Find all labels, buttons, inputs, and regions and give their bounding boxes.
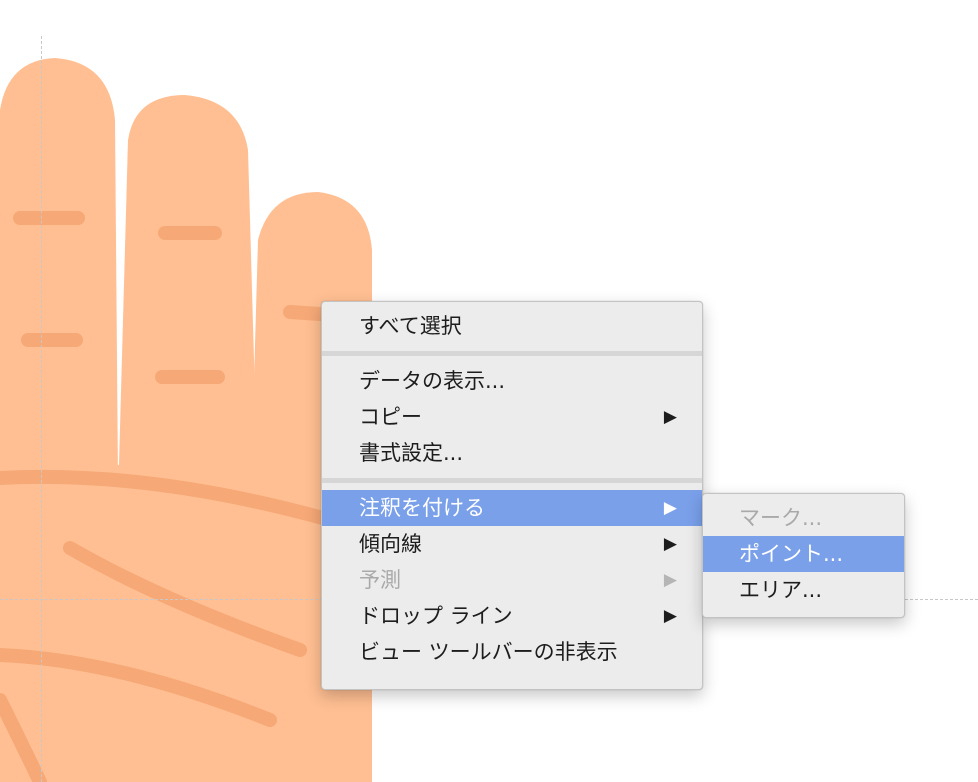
menu-item-label: マーク... [739, 506, 823, 530]
menu-item-label: ポイント... [739, 542, 844, 566]
menu-item-label: 書式設定... [359, 441, 464, 465]
menu-item-label: ビュー ツールバーの非表示 [359, 640, 618, 664]
menu-item-label: すべて選択 [359, 314, 462, 338]
submenu-arrow-icon: ▶ [663, 570, 677, 590]
context-menu: すべて選択 データの表示... コピー ▶ 書式設定... 注釈を付ける ▶ 傾… [321, 301, 703, 690]
menu-item-label: 予測 [359, 568, 401, 592]
submenu-arrow-icon: ▶ [663, 498, 677, 518]
submenu-item-point[interactable]: ポイント... [703, 536, 904, 572]
submenu-arrow-icon: ▶ [663, 407, 677, 427]
annotate-submenu: マーク... ポイント... エリア... [702, 493, 905, 618]
menu-item-label: 傾向線 [359, 532, 422, 556]
menu-item-label: データの表示... [359, 369, 506, 393]
submenu-item-mark: マーク... [703, 500, 904, 536]
menu-item-copy[interactable]: コピー ▶ [322, 399, 702, 435]
menu-item-forecast: 予測 ▶ [322, 562, 702, 598]
menu-item-format[interactable]: 書式設定... [322, 435, 702, 471]
menu-item-label: 注釈を付ける [359, 496, 485, 520]
submenu-item-area[interactable]: エリア... [703, 572, 904, 608]
menu-item-label: コピー [359, 405, 422, 429]
menu-item-annotate[interactable]: 注釈を付ける ▶ [322, 490, 702, 526]
canvas: すべて選択 データの表示... コピー ▶ 書式設定... 注釈を付ける ▶ 傾… [0, 0, 978, 782]
menu-item-view-data[interactable]: データの表示... [322, 363, 702, 399]
menu-separator [322, 351, 702, 356]
submenu-arrow-icon: ▶ [663, 606, 677, 626]
menu-item-select-all[interactable]: すべて選択 [322, 308, 702, 344]
menu-item-drop-lines[interactable]: ドロップ ライン ▶ [322, 598, 702, 634]
submenu-arrow-icon: ▶ [663, 534, 677, 554]
menu-item-label: エリア... [739, 578, 823, 602]
menu-item-trend-lines[interactable]: 傾向線 ▶ [322, 526, 702, 562]
menu-item-hide-view-toolbar[interactable]: ビュー ツールバーの非表示 [322, 634, 702, 670]
menu-item-label: ドロップ ライン [359, 604, 513, 628]
vertical-guide-line [41, 36, 42, 782]
menu-separator [322, 478, 702, 483]
